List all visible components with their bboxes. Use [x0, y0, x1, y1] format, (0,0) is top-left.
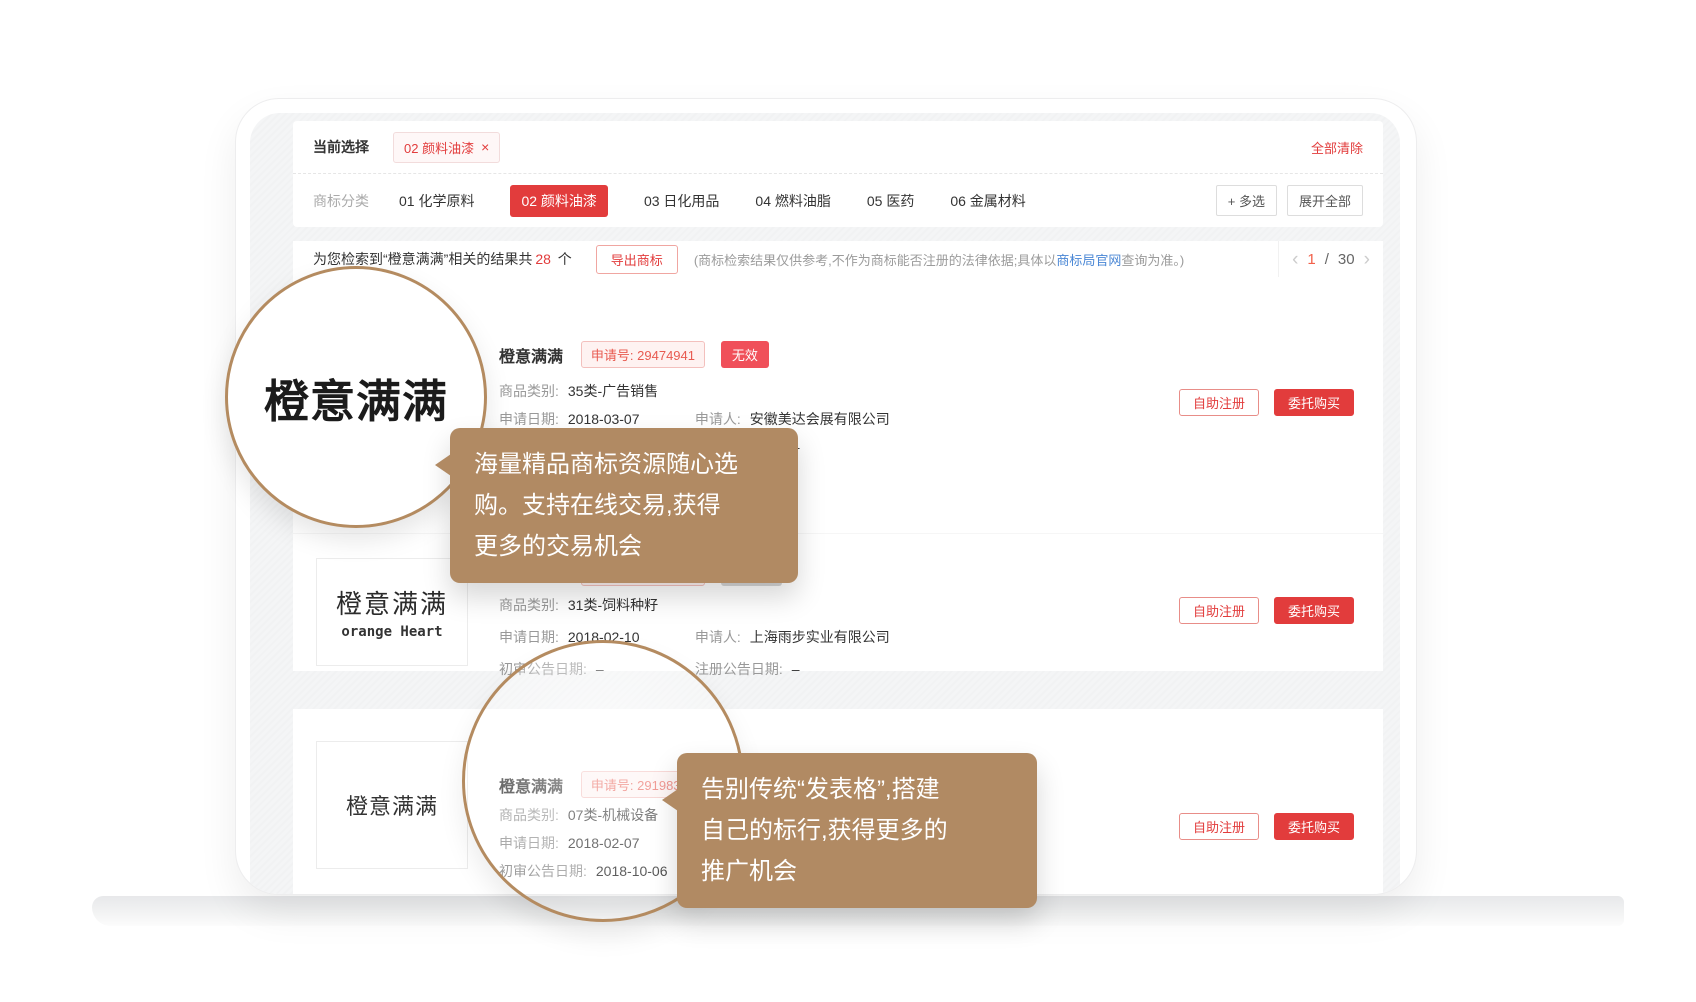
tooltip-promotion: 告别传统“发表格”,搭建 自己的标行,获得更多的 推广机会 — [677, 753, 1037, 908]
row2-date-line: 申请日期:2018-02-10 申请人:上海雨步实业有限公司 — [499, 627, 890, 647]
row1-actions: 自助注册 委托购买 — [1179, 389, 1354, 416]
category-item-05[interactable]: 05 医药 — [867, 191, 914, 211]
results-count: 28 — [535, 251, 551, 267]
field-label: 申请人: — [695, 629, 741, 645]
status-badge: 无效 — [721, 341, 769, 368]
application-number-label: 申请号: — [591, 348, 634, 363]
magnifier-lens-1: 橙意满满 — [225, 266, 487, 528]
self-register-button[interactable]: 自助注册 — [1179, 597, 1259, 624]
current-page: 1 — [1307, 251, 1315, 268]
filter-panel: 当前选择 02 颜料油漆 × 全部清除 商标分类 01 化学原料 02 颜料油漆… — [293, 121, 1383, 227]
row1-date-line: 申请日期: 2018-03-07 申请人: 安徽美达会展有限公司 — [499, 409, 890, 429]
selected-filter-tag[interactable]: 02 颜料油漆 × — [393, 132, 500, 163]
self-register-button[interactable]: 自助注册 — [1179, 389, 1259, 416]
remove-tag-icon[interactable]: × — [481, 140, 489, 154]
field-value: 安徽美达会展有限公司 — [750, 411, 890, 427]
total-pages: 30 — [1338, 251, 1355, 268]
field-label: 注册公告日期: — [695, 661, 783, 677]
category-label: 商标分类 — [313, 191, 369, 211]
trademark-image[interactable]: 橙意满满 — [316, 741, 468, 869]
page-separator: / — [1325, 251, 1329, 268]
export-trademarks-button[interactable]: 导出商标 — [596, 245, 678, 274]
tooltip-line: 推广机会 — [701, 851, 1013, 892]
tooltip-line: 海量精品商标资源随心选 — [474, 444, 774, 485]
field-value: 31类-饲料种籽 — [568, 597, 658, 613]
summary-prefix: 为您检索到“橙意满满”相关的结果共 — [313, 251, 532, 267]
field-value: 2018-03-07 — [568, 411, 640, 427]
next-page-icon[interactable]: › — [1364, 250, 1370, 269]
field-value: – — [792, 661, 800, 677]
multi-select-button[interactable]: + 多选 — [1216, 185, 1277, 216]
pagination: ‹ 1 / 30 › — [1278, 241, 1383, 277]
category-row: 商标分类 01 化学原料 02 颜料油漆 03 日化用品 04 燃料油脂 05 … — [293, 174, 1383, 227]
trademark-image-text: 橙意满满 — [336, 584, 448, 621]
tooltip-line: 更多的交易机会 — [474, 526, 774, 567]
trademark-image-subtext: orange Heart — [341, 624, 442, 640]
results-header: 为您检索到“橙意满满”相关的结果共28 个 导出商标 (商标检索结果仅供参考,不… — [293, 241, 1383, 278]
tooltip-line: 告别传统“发表格”,搭建 — [701, 769, 1013, 810]
summary-suffix: 个 — [554, 251, 572, 267]
application-number-tag: 申请号: 29474941 — [581, 341, 705, 368]
current-selection-row: 当前选择 02 颜料油漆 × 全部清除 — [293, 121, 1383, 174]
entrust-buy-button[interactable]: 委托购买 — [1274, 389, 1354, 416]
row2-actions: 自助注册 委托购买 — [1179, 597, 1354, 624]
self-register-button[interactable]: 自助注册 — [1179, 813, 1259, 840]
row1-title-line: 橙意满满 申请号: 29474941 无效 — [499, 341, 769, 368]
field-label: 商品类别: — [499, 383, 559, 399]
row1-category-line: 商品类别: 35类-广告销售 — [499, 381, 658, 401]
field-label: 申请日期: — [499, 411, 559, 427]
entrust-buy-button[interactable]: 委托购买 — [1274, 813, 1354, 840]
expand-all-button[interactable]: 展开全部 — [1287, 185, 1363, 216]
category-list: 01 化学原料 02 颜料油漆 03 日化用品 04 燃料油脂 05 医药 06… — [399, 185, 1026, 217]
trademark-office-link[interactable]: 商标局官网 — [1056, 253, 1121, 268]
magnified-trademark-text: 橙意满满 — [264, 365, 448, 430]
prev-page-icon[interactable]: ‹ — [1292, 250, 1298, 269]
field-label: 申请人: — [695, 411, 741, 427]
category-item-04[interactable]: 04 燃料油脂 — [755, 191, 830, 211]
current-selection-label: 当前选择 — [313, 137, 369, 157]
disclaimer-prefix: (商标检索结果仅供参考,不作为商标能否注册的法律依据;具体以 — [694, 253, 1057, 268]
trademark-search-page: 当前选择 02 颜料油漆 × 全部清除 商标分类 01 化学原料 02 颜料油漆… — [0, 0, 1696, 1002]
row3-actions: 自助注册 委托购买 — [1179, 813, 1354, 840]
trademark-image-text: 橙意满满 — [346, 789, 438, 821]
category-item-06[interactable]: 06 金属材料 — [950, 191, 1025, 211]
application-number-value: 29474941 — [637, 348, 695, 363]
category-item-03[interactable]: 03 日化用品 — [644, 191, 719, 211]
field-value: 35类-广告销售 — [568, 383, 658, 399]
entrust-buy-button[interactable]: 委托购买 — [1274, 597, 1354, 624]
trademark-image[interactable]: 橙意满满 orange Heart — [316, 558, 468, 666]
field-label: 商品类别: — [499, 597, 559, 613]
tooltip-marketplace: 海量精品商标资源随心选 购。支持在线交易,获得 更多的交易机会 — [450, 428, 798, 583]
field-value: 上海雨步实业有限公司 — [750, 629, 890, 645]
row2-category-line: 商品类别: 31类-饲料种籽 — [499, 595, 658, 615]
tooltip-line: 购。支持在线交易,获得 — [474, 485, 774, 526]
tooltip-line: 自己的标行,获得更多的 — [701, 810, 1013, 851]
disclaimer-text: (商标检索结果仅供参考,不作为商标能否注册的法律依据;具体以商标局官网查询为准。… — [694, 250, 1184, 269]
clear-all-link[interactable]: 全部清除 — [1311, 138, 1363, 157]
filter-actions: + 多选 展开全部 — [1216, 185, 1363, 216]
category-item-01[interactable]: 01 化学原料 — [399, 191, 474, 211]
selected-filter-tag-label: 02 颜料油漆 — [404, 138, 474, 157]
category-item-02-selected[interactable]: 02 颜料油漆 — [510, 185, 607, 217]
trademark-name[interactable]: 橙意满满 — [499, 349, 563, 366]
field-label: 申请日期: — [499, 629, 559, 645]
disclaimer-suffix: 查询为准。) — [1121, 253, 1184, 268]
